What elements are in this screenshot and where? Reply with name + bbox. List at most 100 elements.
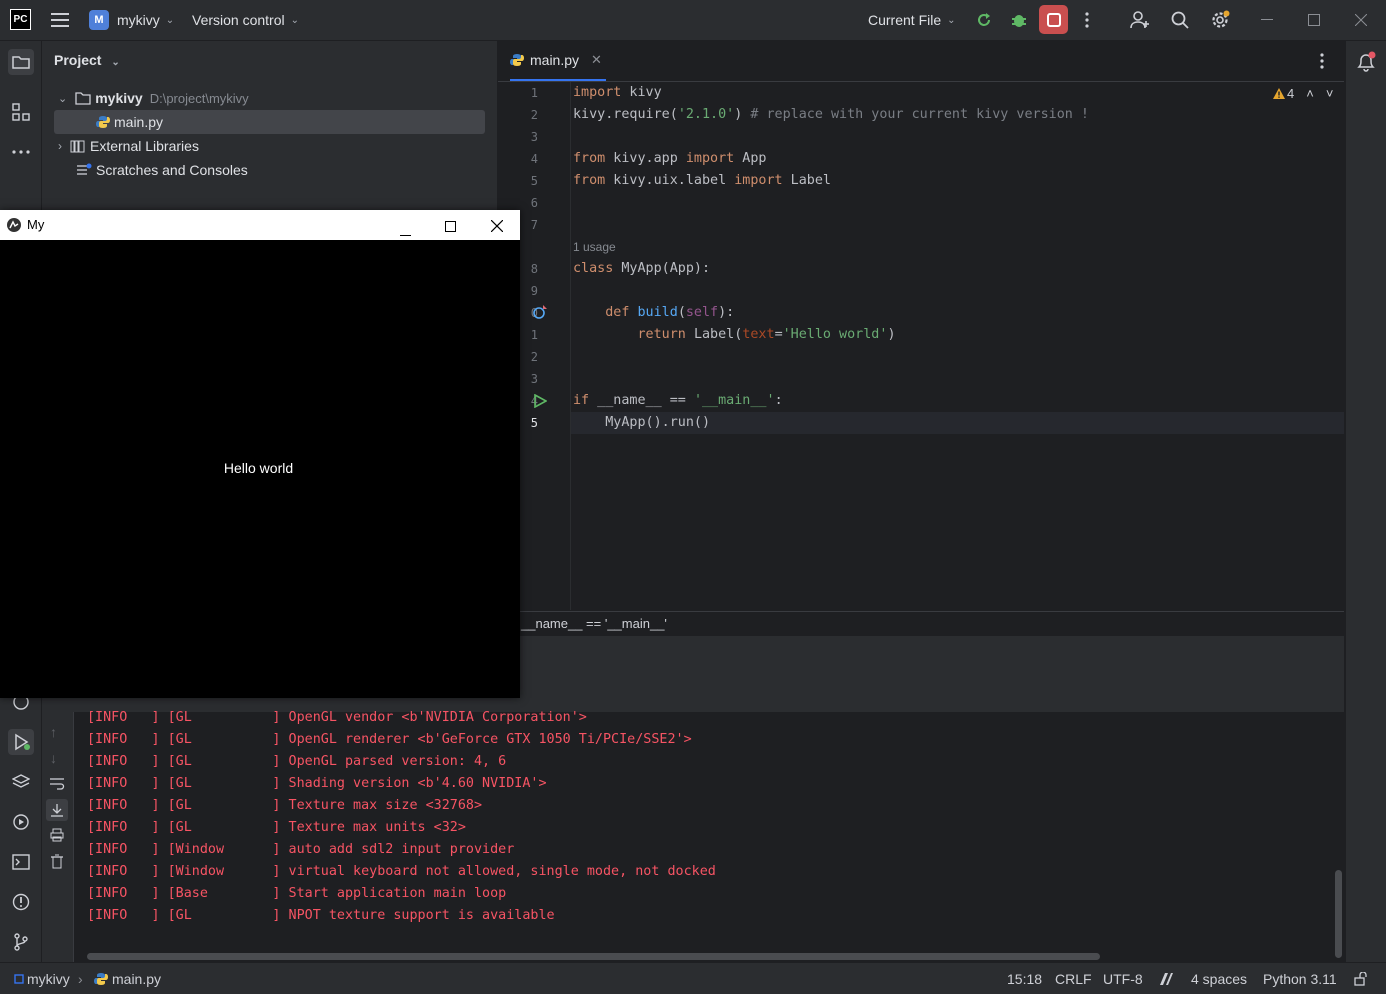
project-switcher[interactable]: M mykivy ⌄ bbox=[89, 0, 174, 40]
kivy-window-titlebar[interactable]: My bbox=[0, 210, 520, 240]
add-user-icon[interactable] bbox=[1128, 8, 1152, 32]
maximize-icon[interactable] bbox=[1302, 8, 1326, 32]
run-config-label: Current File bbox=[868, 12, 942, 28]
tab-main-py[interactable]: main.py ✕ bbox=[510, 41, 606, 81]
tree-item-label: mykivy bbox=[95, 90, 143, 106]
arrow-up-icon[interactable]: ↑ bbox=[50, 724, 57, 740]
structure-icon[interactable] bbox=[8, 99, 34, 125]
tree-item-scratches[interactable]: Scratches and Consoles bbox=[76, 158, 248, 182]
project-folder-icon[interactable] bbox=[8, 49, 34, 75]
line-number: 4 bbox=[530, 152, 538, 166]
pycharm-logo-icon: PC bbox=[10, 9, 31, 30]
git-branch-icon[interactable] bbox=[8, 929, 34, 955]
console-line: [INFO ] [GL ] Texture max size <32768> bbox=[87, 798, 483, 813]
code-line-14: if __name__ == '__main__': bbox=[573, 393, 783, 408]
vcs-menu[interactable]: Version control ⌄ bbox=[192, 0, 299, 40]
line-number: 2 bbox=[530, 108, 538, 122]
run-tool-icon[interactable] bbox=[8, 729, 34, 755]
override-method-icon[interactable] bbox=[533, 305, 547, 322]
soft-wrap-icon[interactable] bbox=[49, 776, 65, 793]
services-icon[interactable] bbox=[8, 809, 34, 835]
chevron-down-icon[interactable]: ˅ bbox=[1326, 86, 1334, 101]
caret-position[interactable]: 15:18 bbox=[1007, 963, 1042, 994]
breadcrumb: __name__ == '__main__' bbox=[498, 611, 1344, 637]
kivy-app-window[interactable]: My Hello world bbox=[0, 210, 520, 698]
settings-gear-icon[interactable] bbox=[1208, 8, 1232, 32]
hello-world-label: Hello world bbox=[223, 460, 294, 476]
project-panel-header[interactable]: Project ⌄ bbox=[54, 52, 120, 68]
terminal-icon[interactable] bbox=[8, 849, 34, 875]
close-tab-icon[interactable]: ✕ bbox=[591, 52, 602, 68]
editor-tab-bar: main.py ✕ bbox=[498, 41, 1344, 82]
status-breadcrumb-project[interactable]: mykivy bbox=[14, 963, 70, 994]
code-line-1: import kivy bbox=[573, 85, 662, 100]
chevron-down-icon: ⌄ bbox=[290, 14, 299, 26]
chevron-down-icon: ⌄ bbox=[947, 14, 956, 26]
chevron-up-icon[interactable]: ˄ bbox=[1306, 86, 1314, 101]
status-project-name: mykivy bbox=[27, 970, 70, 987]
close-icon[interactable] bbox=[1349, 8, 1373, 32]
minimize-icon[interactable] bbox=[400, 224, 411, 240]
indent-setting[interactable]: 4 spaces bbox=[1191, 963, 1247, 994]
status-bar: mykivy › main.py 15:18 CRLF UTF-8 4 spac… bbox=[0, 962, 1386, 994]
editorconfig-icon[interactable] bbox=[1158, 963, 1174, 994]
tree-item-label: External Libraries bbox=[90, 138, 199, 154]
more-tools-icon[interactable] bbox=[8, 139, 34, 165]
line-number: 3 bbox=[530, 130, 538, 144]
problems-icon[interactable] bbox=[8, 889, 34, 915]
usage-hint[interactable]: 1 usage bbox=[573, 240, 616, 254]
main-menu-icon[interactable] bbox=[48, 8, 72, 32]
breadcrumb-item[interactable]: __name__ == '__main__' bbox=[521, 616, 667, 631]
tree-item-label: main.py bbox=[114, 114, 164, 130]
console-line: [INFO ] [GL ] OpenGL vendor <b'NVIDIA Co… bbox=[87, 710, 587, 725]
kivy-logo-icon bbox=[7, 218, 21, 232]
line-number: 1 bbox=[530, 86, 538, 100]
tree-item-external-libraries[interactable]: › External Libraries bbox=[58, 134, 199, 158]
lock-icon[interactable] bbox=[1354, 963, 1368, 994]
line-separator[interactable]: CRLF bbox=[1055, 963, 1092, 994]
horizontal-scrollbar[interactable] bbox=[87, 953, 1100, 960]
chevron-right-icon: › bbox=[58, 139, 62, 153]
run-gutter-icon[interactable] bbox=[534, 393, 548, 411]
stop-button[interactable] bbox=[1039, 5, 1068, 34]
maximize-icon[interactable] bbox=[445, 219, 456, 235]
file-encoding[interactable]: UTF-8 bbox=[1103, 963, 1143, 994]
layers-icon[interactable] bbox=[8, 769, 34, 795]
code-line-10: def build(self): bbox=[573, 305, 735, 320]
search-icon[interactable] bbox=[1168, 8, 1192, 32]
chevron-right-icon: › bbox=[78, 970, 83, 987]
status-file-name: main.py bbox=[112, 970, 162, 987]
scroll-to-end-icon[interactable] bbox=[46, 799, 68, 821]
editor-more-icon[interactable] bbox=[1320, 53, 1324, 72]
chevron-down-icon: ⌄ bbox=[58, 92, 68, 105]
python-file-icon bbox=[96, 115, 110, 129]
trash-icon[interactable] bbox=[50, 854, 64, 872]
chevron-down-icon: ⌄ bbox=[165, 14, 175, 26]
vcs-label: Version control bbox=[192, 12, 285, 28]
editor-area[interactable] bbox=[498, 41, 1344, 611]
debug-icon[interactable] bbox=[1007, 8, 1031, 32]
console-output[interactable] bbox=[74, 712, 1344, 962]
arrow-down-icon[interactable]: ↓ bbox=[50, 750, 57, 766]
console-line: [INFO ] [GL ] OpenGL parsed version: 4, … bbox=[87, 754, 507, 769]
tree-item-mykivy[interactable]: ⌄ mykivy D:\project\mykivy bbox=[58, 86, 249, 110]
run-config-selector[interactable]: Current File ⌄ bbox=[868, 0, 956, 40]
python-interpreter[interactable]: Python 3.11 bbox=[1263, 963, 1337, 994]
print-icon[interactable] bbox=[50, 828, 64, 845]
vertical-scrollbar[interactable] bbox=[1335, 870, 1342, 958]
console-line: [INFO ] [GL ] Texture max units <32> bbox=[87, 820, 466, 835]
minimize-icon[interactable] bbox=[1255, 8, 1279, 32]
tree-item-label: Scratches and Consoles bbox=[96, 162, 248, 178]
python-file-icon bbox=[510, 53, 524, 67]
tree-item-main-py[interactable]: main.py bbox=[54, 110, 485, 134]
line-number: 6 bbox=[530, 196, 538, 210]
python-file-icon bbox=[94, 972, 108, 986]
warning-icon bbox=[1273, 88, 1285, 99]
code-line-2: kivy.require('2.1.0') # replace with you… bbox=[573, 107, 1089, 122]
close-icon[interactable] bbox=[490, 219, 504, 235]
rerun-icon[interactable] bbox=[972, 8, 996, 32]
notifications-bell-icon[interactable] bbox=[1355, 51, 1377, 76]
status-breadcrumb-file[interactable]: main.py bbox=[94, 963, 161, 994]
more-actions-icon[interactable] bbox=[1075, 8, 1099, 32]
inspection-widget[interactable]: 4 ˄ ˅ bbox=[1273, 86, 1333, 101]
